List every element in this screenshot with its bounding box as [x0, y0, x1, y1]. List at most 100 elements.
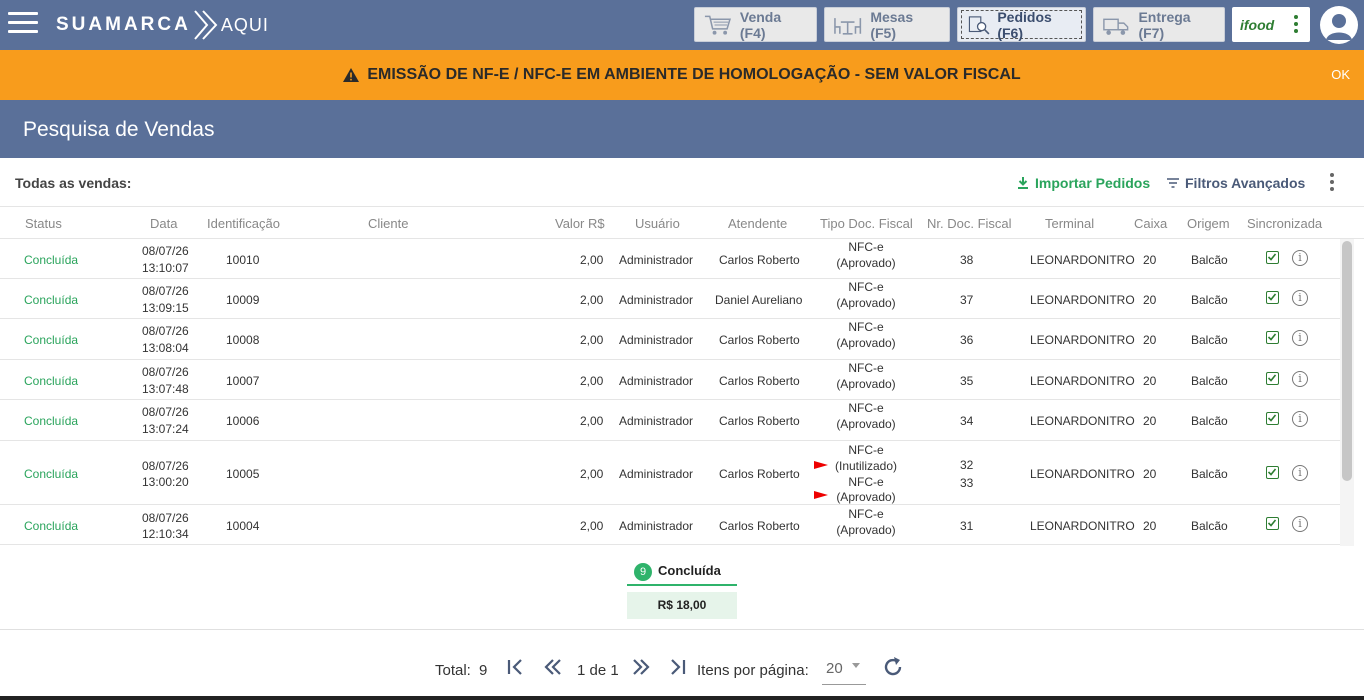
cell-date: 08/07/26	[142, 365, 189, 379]
menu-icon[interactable]	[8, 12, 38, 36]
col-terminal[interactable]: Terminal	[1045, 216, 1094, 231]
first-page-icon[interactable]	[505, 655, 527, 679]
cell-value: 2,00	[580, 519, 604, 533]
info-icon[interactable]: i	[1292, 516, 1308, 532]
cell-attendant: Carlos Roberto	[719, 333, 800, 347]
cell-doc-nr: 34	[960, 414, 974, 428]
refresh-icon[interactable]	[881, 655, 905, 679]
cell-user: Administrador	[619, 293, 694, 307]
scrollbar-thumb[interactable]	[1342, 241, 1352, 481]
per-page-label: Itens por página:	[697, 662, 809, 679]
cell-doc-status: (Aprovado)	[836, 256, 896, 270]
col-data[interactable]: Data	[150, 216, 177, 231]
cell-value: 2,00	[580, 374, 604, 388]
cell-value: 2,00	[580, 414, 604, 428]
cell-id: 10010	[226, 253, 260, 267]
cell-user: Administrador	[619, 467, 694, 481]
next-page-icon[interactable]	[630, 655, 652, 679]
table-row[interactable]: Concluída 08/07/26 13:09:15 10009 2,00 A…	[0, 279, 1340, 319]
summary-count-badge: 9	[634, 563, 652, 581]
previous-page-icon[interactable]	[542, 655, 564, 679]
cell-doc-nr: 35	[960, 374, 974, 388]
warning-text: EMISSÃO DE NF-E / NFC-E EM AMBIENTE DE H…	[367, 66, 1021, 83]
col-status[interactable]: Status	[25, 216, 62, 231]
user-avatar[interactable]	[1320, 6, 1358, 44]
cell-user: Administrador	[619, 374, 694, 388]
more-options-icon[interactable]	[1326, 173, 1338, 191]
col-usuario[interactable]: Usuário	[635, 216, 680, 231]
per-page-select[interactable]: 20	[822, 655, 866, 685]
summary-total-value: R$ 18,00	[627, 592, 737, 619]
table-row[interactable]: Concluída 08/07/26 13:08:04 10008 2,00 A…	[0, 319, 1340, 360]
cell-status: Concluída	[24, 253, 79, 267]
cell-doc-status: (Aprovado)	[836, 523, 896, 537]
info-icon[interactable]: i	[1292, 250, 1308, 266]
col-tipo-doc[interactable]: Tipo Doc. Fiscal	[820, 216, 913, 231]
nav-mesas-button[interactable]: Mesas (F5)	[824, 7, 950, 42]
cell-caixa: 20	[1143, 333, 1157, 347]
cell-caixa: 20	[1143, 293, 1157, 307]
cell-status: Concluída	[24, 333, 79, 347]
import-orders-label: Importar Pedidos	[1035, 175, 1151, 191]
cell-doc-status: (Inutilizado)	[834, 459, 898, 473]
advanced-filters-button[interactable]: Filtros Avançados	[1166, 175, 1305, 191]
synced-checkbox-icon	[1266, 372, 1279, 385]
info-icon[interactable]: i	[1292, 465, 1308, 481]
cell-doc-type-2: NFC-e	[848, 475, 884, 489]
ifood-button[interactable]: ifood	[1232, 7, 1310, 42]
cell-origem: Balcão	[1191, 374, 1228, 388]
synced-checkbox-icon	[1266, 466, 1279, 479]
cell-doc-type: NFC-e	[848, 507, 884, 521]
col-sincronizada[interactable]: Sincronizada	[1247, 216, 1322, 231]
import-orders-button[interactable]: Importar Pedidos	[1016, 175, 1150, 191]
more-vertical-icon[interactable]	[1294, 15, 1298, 36]
order-search-icon	[968, 15, 990, 34]
table-row[interactable]: Concluída 08/07/26 13:07:48 10007 2,00 A…	[0, 360, 1340, 400]
app-logo[interactable]: SUAMARCA AQUI	[56, 8, 269, 42]
cell-terminal: LEONARDONITRO	[1030, 467, 1135, 481]
col-atendente[interactable]: Atendente	[728, 216, 787, 231]
info-icon[interactable]: i	[1292, 371, 1308, 387]
warning-ok-button[interactable]: OK	[1331, 67, 1350, 82]
info-icon[interactable]: i	[1292, 290, 1308, 306]
total-value: 9	[479, 662, 488, 679]
cell-user: Administrador	[619, 253, 694, 267]
col-caixa[interactable]: Caixa	[1134, 216, 1167, 231]
info-icon[interactable]: i	[1292, 330, 1308, 346]
info-icon[interactable]: i	[1292, 411, 1308, 427]
cell-doc-nr: 31	[960, 519, 974, 533]
cell-status: Concluída	[24, 293, 79, 307]
pagination: Total: 9 1 de 1 Itens por página: 20	[0, 655, 1364, 685]
cell-doc-type: NFC-e	[848, 280, 884, 294]
cell-caixa: 20	[1143, 467, 1157, 481]
cell-origem: Balcão	[1191, 333, 1228, 347]
cell-user: Administrador	[619, 519, 694, 533]
col-nr-doc[interactable]: Nr. Doc. Fiscal	[927, 216, 1012, 231]
divider	[0, 629, 1364, 630]
table-row[interactable]: Concluída 08/07/26 12:10:34 10004 2,00 A…	[0, 505, 1340, 545]
table-row[interactable]: Concluída 08/07/26 13:10:07 10010 2,00 A…	[0, 239, 1340, 279]
list-title: Todas as vendas:	[15, 175, 132, 191]
filter-icon	[1167, 178, 1179, 188]
cell-id: 10004	[226, 519, 260, 533]
table-row[interactable]: Concluída 08/07/26 13:00:20 10005 2,00 A…	[0, 441, 1340, 505]
col-valor[interactable]: Valor R$	[555, 216, 605, 231]
table-scrollbar[interactable]	[1340, 239, 1354, 546]
cell-terminal: LEONARDONITRO	[1030, 519, 1135, 533]
summary-underline	[627, 584, 737, 586]
last-page-icon[interactable]	[667, 655, 689, 679]
cell-status: Concluída	[24, 467, 79, 481]
nav-pedidos-button[interactable]: Pedidos (F6)	[957, 7, 1086, 42]
nav-venda-button[interactable]: Venda (F4)	[694, 7, 817, 42]
nav-entrega-button[interactable]: Entrega (F7)	[1093, 7, 1225, 42]
cell-id: 10007	[226, 374, 260, 388]
col-cliente[interactable]: Cliente	[368, 216, 408, 231]
synced-checkbox-icon	[1266, 251, 1279, 264]
cell-doc-nr-2: 33	[960, 476, 974, 490]
top-bar: SUAMARCA AQUI Venda (F4) Mesas (F5) Pedi…	[0, 0, 1364, 50]
table-row[interactable]: Concluída 08/07/26 13:07:24 10006 2,00 A…	[0, 400, 1340, 441]
cell-terminal: LEONARDONITRO	[1030, 414, 1135, 428]
col-origem[interactable]: Origem	[1187, 216, 1230, 231]
cell-origem: Balcão	[1191, 414, 1228, 428]
col-identificacao[interactable]: Identificação	[207, 216, 280, 231]
